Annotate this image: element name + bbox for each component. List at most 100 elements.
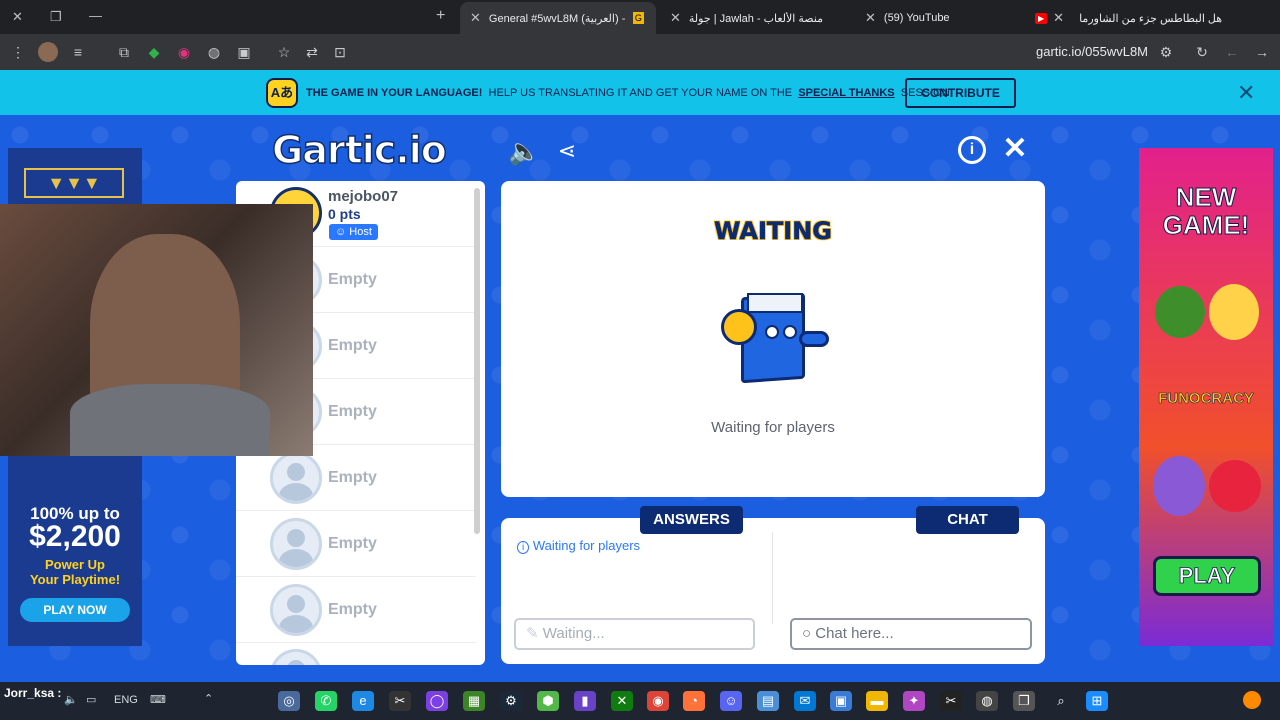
forward-icon[interactable]: ← xyxy=(1222,42,1242,62)
restore-window-icon[interactable]: ❐ xyxy=(50,9,62,25)
waiting-mascot-icon xyxy=(721,291,831,387)
chat-input-placeholder: Chat here... xyxy=(815,625,894,642)
answer-input-placeholder: Waiting... xyxy=(542,625,605,642)
info-icon: i xyxy=(517,541,530,554)
tab-chat[interactable]: CHAT xyxy=(916,506,1019,534)
tab-close-icon[interactable]: ✕ xyxy=(470,10,481,26)
extension-square-icon[interactable]: ▣ xyxy=(234,42,254,62)
volume-icon[interactable]: 🔈 xyxy=(64,693,78,706)
search-icon: ○ xyxy=(802,625,812,642)
pencil-icon: ✎ xyxy=(526,625,539,642)
close-banner-icon[interactable]: ✕ xyxy=(1237,80,1255,106)
obs-icon[interactable]: ◍ xyxy=(976,691,998,711)
new-tab-icon[interactable]: + xyxy=(436,7,445,25)
player-name: mejobo07 xyxy=(328,188,399,205)
chrome-icon[interactable]: ◉ xyxy=(647,691,669,711)
edge-icon[interactable]: e xyxy=(352,691,374,711)
task-view-icon[interactable]: ❐ xyxy=(1013,691,1035,711)
copilot-icon[interactable]: ✦ xyxy=(903,691,925,711)
sound-icon[interactable]: 🔈 xyxy=(508,136,540,166)
tab-title: جولة | Jawlah - منصة الألعاب xyxy=(688,12,824,25)
site-settings-icon[interactable]: ⚙ xyxy=(1156,42,1176,62)
notification-icon[interactable] xyxy=(1243,691,1261,709)
players-scrollbar[interactable] xyxy=(474,188,480,534)
app-icon[interactable]: ◯ xyxy=(426,691,448,711)
steam-icon[interactable]: ⚙ xyxy=(500,691,522,711)
menu-dots-icon[interactable]: ⋮ xyxy=(8,42,28,62)
tab-answers[interactable]: ANSWERS xyxy=(640,506,743,534)
xbox-icon[interactable]: ✕ xyxy=(611,691,633,711)
discord-icon[interactable]: ☺ xyxy=(720,691,742,711)
tab-jawlah[interactable]: ✕ جولة | Jawlah - منصة الألعاب xyxy=(660,2,850,34)
search-icon[interactable]: ⌕ xyxy=(1050,691,1072,711)
info-icon[interactable]: i xyxy=(958,136,986,164)
extensions-icon[interactable]: ⧉ xyxy=(114,42,134,62)
tab-search-icon[interactable]: ≡ xyxy=(68,42,88,62)
minimize-window-icon[interactable]: — xyxy=(89,8,102,23)
extension-puzzle-icon[interactable]: ◍ xyxy=(204,42,224,62)
language-indicator[interactable]: ENG xyxy=(114,694,138,706)
outlook-icon[interactable]: ✉ xyxy=(794,691,816,711)
ad-play-now-button[interactable]: PLAY NOW xyxy=(20,598,130,622)
chat-input[interactable]: ○ Chat here... xyxy=(790,618,1032,650)
tab-gartic[interactable]: ✕ General #5wvL8M (العربية) - Ga G xyxy=(460,2,656,34)
bookmark-star-icon[interactable]: ☆ xyxy=(274,42,294,62)
keyboard-icon[interactable]: ⌨ xyxy=(150,693,166,706)
tab-close-icon[interactable]: ✕ xyxy=(670,10,681,26)
gartic-logo: Gartic.io xyxy=(271,127,447,173)
waiting-message: Waiting for players xyxy=(711,419,835,436)
capcut-icon[interactable]: ✂ xyxy=(389,691,411,711)
empty-avatar-icon xyxy=(270,518,322,570)
answers-info-text: Waiting for players xyxy=(532,538,641,553)
app-purple-icon[interactable]: ▮ xyxy=(574,691,596,711)
empty-slot-label: Empty xyxy=(328,271,377,288)
reload-icon[interactable]: ↻ xyxy=(1192,42,1212,62)
address-bar-url[interactable]: gartic.io/055wvL8M xyxy=(1036,44,1148,59)
right-advertisement[interactable]: NEW GAME! FUNOCRACY PLAY xyxy=(1139,148,1273,646)
special-thanks-link[interactable]: SPECIAL THANKS xyxy=(798,87,894,99)
capcut-2-icon[interactable]: ✂ xyxy=(940,691,962,711)
tab-youtube[interactable]: ✕ (59) YouTube xyxy=(855,2,1025,34)
host-badge-label: Host xyxy=(349,226,372,238)
firefox-icon[interactable]: ◔ xyxy=(683,691,705,711)
install-app-icon[interactable]: ⊡ xyxy=(330,42,350,62)
file-explorer-icon[interactable]: ▬ xyxy=(866,691,888,711)
empty-slot-label: Empty xyxy=(328,337,377,354)
profile-avatar[interactable] xyxy=(38,42,58,62)
start-icon[interactable]: ⊞ xyxy=(1086,691,1108,711)
tab-title: General #5wvL8M (العربية) - Ga xyxy=(488,12,629,25)
tab-shawarma[interactable]: ▶ ✕ هل البطاطس جزء من الشاورما xyxy=(1025,2,1250,34)
app-blue-icon[interactable]: ▤ xyxy=(757,691,779,711)
extension-shield-icon[interactable]: ◉ xyxy=(174,42,194,62)
streamer-hoodie xyxy=(70,384,270,456)
contribute-button[interactable]: CONTRIBUTE xyxy=(905,78,1016,108)
store-icon[interactable]: ▣ xyxy=(830,691,852,711)
extension-green-icon[interactable]: ◆ xyxy=(144,42,164,62)
close-window-icon[interactable]: ✕ xyxy=(12,9,23,25)
app-green-icon[interactable]: ⬢ xyxy=(537,691,559,711)
ad-play-button[interactable]: PLAY xyxy=(1153,556,1261,596)
back-icon[interactable]: → xyxy=(1252,42,1272,62)
streamer-handle: Jorr_ksa : xyxy=(4,686,62,700)
answer-input[interactable]: ✎ Waiting... xyxy=(514,618,755,650)
network-icon[interactable]: ▭ xyxy=(86,693,96,706)
translate-icon[interactable]: ⇄ xyxy=(302,42,322,62)
player-slot-empty[interactable]: Empty xyxy=(236,577,476,643)
chrome-taskbar-icon[interactable]: ◎ xyxy=(278,691,300,711)
tab-close-icon[interactable]: ✕ xyxy=(865,10,876,26)
browser-toolbar: ⋮ ≡ ⧉ ◆ ◉ ◍ ▣ ☆ ⇄ ⊡ gartic.io/055wvL8M ⚙… xyxy=(0,34,1280,70)
browser-tab-bar: ✕ ❐ — + ✕ General #5wvL8M (العربية) - Ga… xyxy=(0,0,1280,34)
share-icon[interactable]: ⋖ xyxy=(552,136,582,166)
character-icon xyxy=(1153,456,1205,516)
player-points: 0 pts xyxy=(328,206,361,222)
whatsapp-icon[interactable]: ✆ xyxy=(315,691,337,711)
tab-title: هل البطاطس جزء من الشاورما xyxy=(1079,12,1223,25)
tab-close-icon[interactable]: ✕ xyxy=(1053,10,1064,26)
player-slot-empty[interactable]: Empty xyxy=(236,511,476,577)
empty-slot-label: Empty xyxy=(328,535,377,552)
minecraft-icon[interactable]: ▦ xyxy=(463,691,485,711)
exit-room-icon[interactable]: ✕ xyxy=(1000,134,1030,164)
tray-expand-icon[interactable]: ⌃ xyxy=(204,692,213,705)
tab-title: (59) YouTube xyxy=(883,12,950,24)
empty-avatar-icon xyxy=(270,649,322,665)
